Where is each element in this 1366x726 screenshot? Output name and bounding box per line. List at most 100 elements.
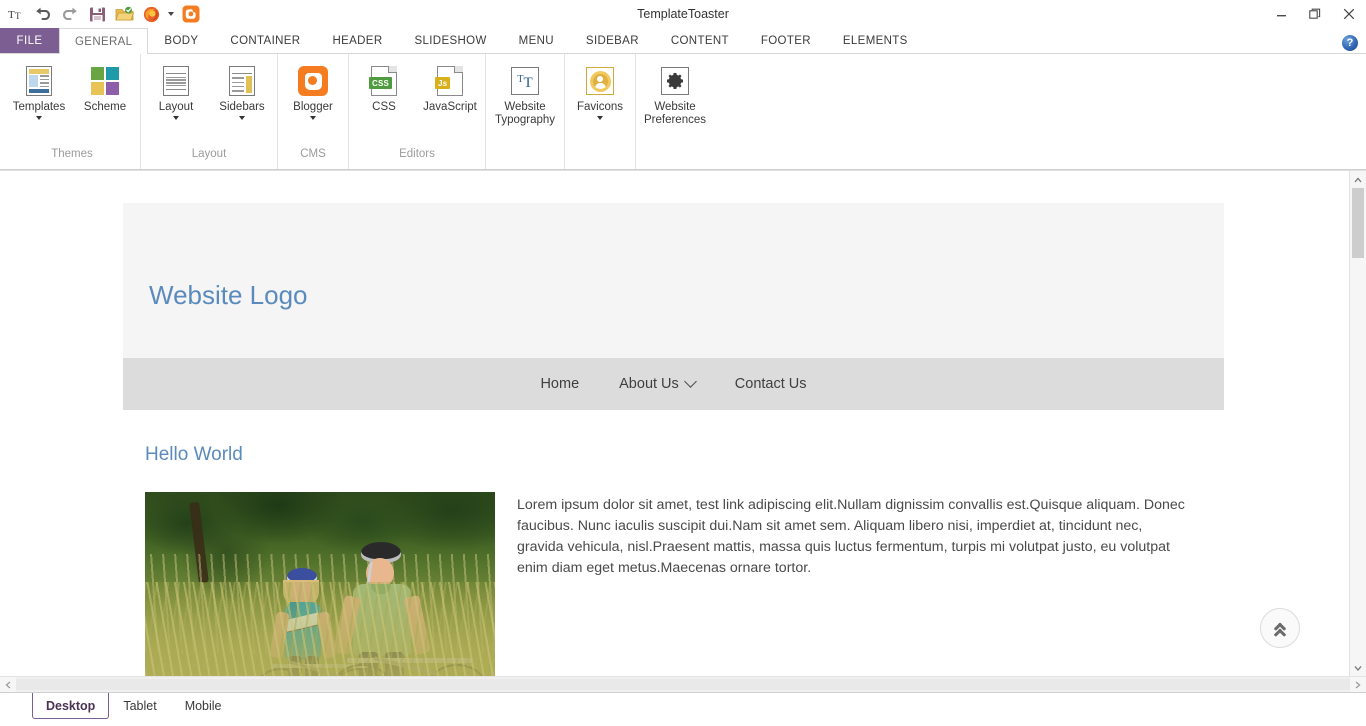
device-tab-desktop[interactable]: Desktop	[32, 693, 109, 719]
blogger-button[interactable]: Blogger	[280, 60, 346, 144]
nav-item-about-us[interactable]: About Us	[599, 358, 715, 410]
templates-button[interactable]: Templates	[6, 60, 72, 144]
layout-label: Layout	[143, 101, 209, 114]
back-to-top-button[interactable]	[1260, 608, 1300, 648]
ribbon-group-layout: Layout Sidebars	[140, 54, 277, 169]
ribbon-group-cms-label: CMS	[280, 146, 346, 166]
horizontal-scroll-thumb[interactable]	[16, 679, 1350, 690]
nav-item-contact-us[interactable]: Contact Us	[715, 358, 827, 410]
post-image[interactable]	[145, 492, 495, 676]
tab-sidebar[interactable]: SIDEBAR	[570, 28, 655, 53]
tab-footer[interactable]: FOOTER	[745, 28, 827, 53]
templates-glyph	[26, 66, 52, 96]
tab-menu[interactable]: MENU	[503, 28, 570, 53]
ribbon-group-cms-items: Blogger	[280, 54, 346, 146]
sidebars-button[interactable]: Sidebars	[209, 60, 275, 144]
scheme-glyph	[91, 67, 119, 95]
javascript-button[interactable]: Js JavaScript	[417, 60, 483, 144]
close-button[interactable]	[1332, 0, 1366, 28]
tab-file[interactable]: FILE	[0, 28, 59, 53]
scroll-up-button[interactable]	[1350, 171, 1366, 188]
firefox-preview-icon[interactable]	[139, 2, 163, 26]
nav-item-home-label: Home	[540, 376, 579, 392]
ribbon-group-editors: CSS CSS Js JavaScript Editors	[348, 54, 485, 169]
scroll-left-button[interactable]	[0, 677, 16, 692]
tab-content[interactable]: CONTENT	[655, 28, 745, 53]
vertical-scroll-thumb[interactable]	[1352, 188, 1364, 258]
minimize-button[interactable]	[1264, 0, 1298, 28]
close-icon	[1343, 8, 1355, 20]
ribbon-group-typography-items: TT WebsiteTypography	[488, 54, 562, 146]
nav-item-home[interactable]: Home	[520, 358, 599, 410]
title-bar: T T	[0, 0, 1366, 28]
help-button[interactable]: ?	[1342, 35, 1358, 51]
tab-header[interactable]: HEADER	[316, 28, 398, 53]
horizontal-scroll-track[interactable]	[16, 677, 1350, 692]
tab-container[interactable]: CONTAINER	[214, 28, 316, 53]
post-body-text[interactable]: Lorem ipsum dolor sit amet, test link ad…	[517, 492, 1189, 676]
chevron-down-icon	[36, 116, 42, 120]
chevron-right-icon	[1355, 681, 1361, 689]
tab-general[interactable]: GENERAL	[59, 28, 148, 54]
preview-area: Website Logo Home About Us Contac	[0, 170, 1366, 692]
ribbon-group-layout-items: Layout Sidebars	[143, 54, 275, 146]
ribbon-group-themes: Templates Scheme Themes	[4, 54, 140, 169]
ribbon-group-preferences-items: WebsitePreferences	[638, 54, 712, 146]
sidebars-label: Sidebars	[209, 101, 275, 114]
chevron-down-icon	[684, 375, 697, 388]
horizontal-scrollbar[interactable]	[0, 676, 1366, 692]
chevron-down-icon	[168, 12, 174, 16]
device-tab-mobile[interactable]: Mobile	[171, 693, 236, 719]
website-typography-button[interactable]: TT WebsiteTypography	[488, 60, 562, 144]
undo-icon[interactable]	[31, 2, 55, 26]
open-folder-icon[interactable]	[112, 2, 136, 26]
cyclists-photo	[145, 492, 495, 676]
restore-button[interactable]	[1298, 0, 1332, 28]
post-title[interactable]: Hello World	[145, 444, 1224, 466]
blogger-glyph	[298, 66, 328, 96]
gear-icon	[659, 65, 691, 97]
tab-elements[interactable]: ELEMENTS	[827, 28, 924, 53]
undo-glyph	[34, 6, 52, 22]
tab-body[interactable]: BODY	[148, 28, 214, 53]
nav-item-about-us-label: About Us	[619, 376, 679, 392]
blogger-icon	[297, 65, 329, 97]
post-row: Lorem ipsum dolor sit amet, test link ad…	[145, 492, 1224, 676]
device-tab-tablet[interactable]: Tablet	[109, 693, 170, 719]
ribbon-group-themes-items: Templates Scheme	[6, 54, 138, 146]
layout-glyph	[163, 66, 189, 96]
redo-icon[interactable]	[58, 2, 82, 26]
blogger-export-icon[interactable]	[179, 2, 203, 26]
gear-glyph	[661, 67, 689, 95]
scheme-button[interactable]: Scheme	[72, 60, 138, 144]
ribbon-group-favicons-items: Favicons	[567, 54, 633, 146]
css-file-icon: CSS	[368, 65, 400, 97]
save-icon[interactable]	[85, 2, 109, 26]
chevron-up-icon	[1354, 177, 1362, 183]
sidebars-glyph	[229, 66, 255, 96]
favicons-label: Favicons	[567, 101, 633, 114]
open-folder-glyph	[115, 6, 134, 22]
site-logo[interactable]: Website Logo	[149, 280, 308, 311]
scroll-down-button[interactable]	[1350, 659, 1366, 676]
scroll-right-button[interactable]	[1350, 677, 1366, 692]
layout-button[interactable]: Layout	[143, 60, 209, 144]
ribbon-group-preferences-label	[638, 146, 712, 166]
window-controls	[1264, 0, 1366, 28]
ribbon-group-favicons: Favicons	[564, 54, 635, 169]
nav-item-contact-us-label: Contact Us	[735, 376, 807, 392]
vertical-scroll-track[interactable]	[1350, 188, 1366, 659]
ribbon-group-favicons-label	[567, 146, 633, 166]
ribbon-group-themes-label: Themes	[6, 146, 138, 166]
text-size-glyph: T T	[8, 7, 25, 22]
website-preferences-button[interactable]: WebsitePreferences	[638, 60, 712, 144]
website-preview-canvas[interactable]: Website Logo Home About Us Contac	[0, 171, 1349, 676]
favicons-button[interactable]: Favicons	[567, 60, 633, 144]
tab-slideshow[interactable]: SLIDESHOW	[398, 28, 502, 53]
vertical-scrollbar[interactable]	[1349, 171, 1366, 676]
qat-dropdown-caret[interactable]	[166, 2, 176, 26]
css-button[interactable]: CSS CSS	[351, 60, 417, 144]
templates-label: Templates	[6, 101, 72, 114]
text-size-icon[interactable]: T T	[4, 2, 28, 26]
css-tag-label: CSS	[369, 77, 392, 89]
